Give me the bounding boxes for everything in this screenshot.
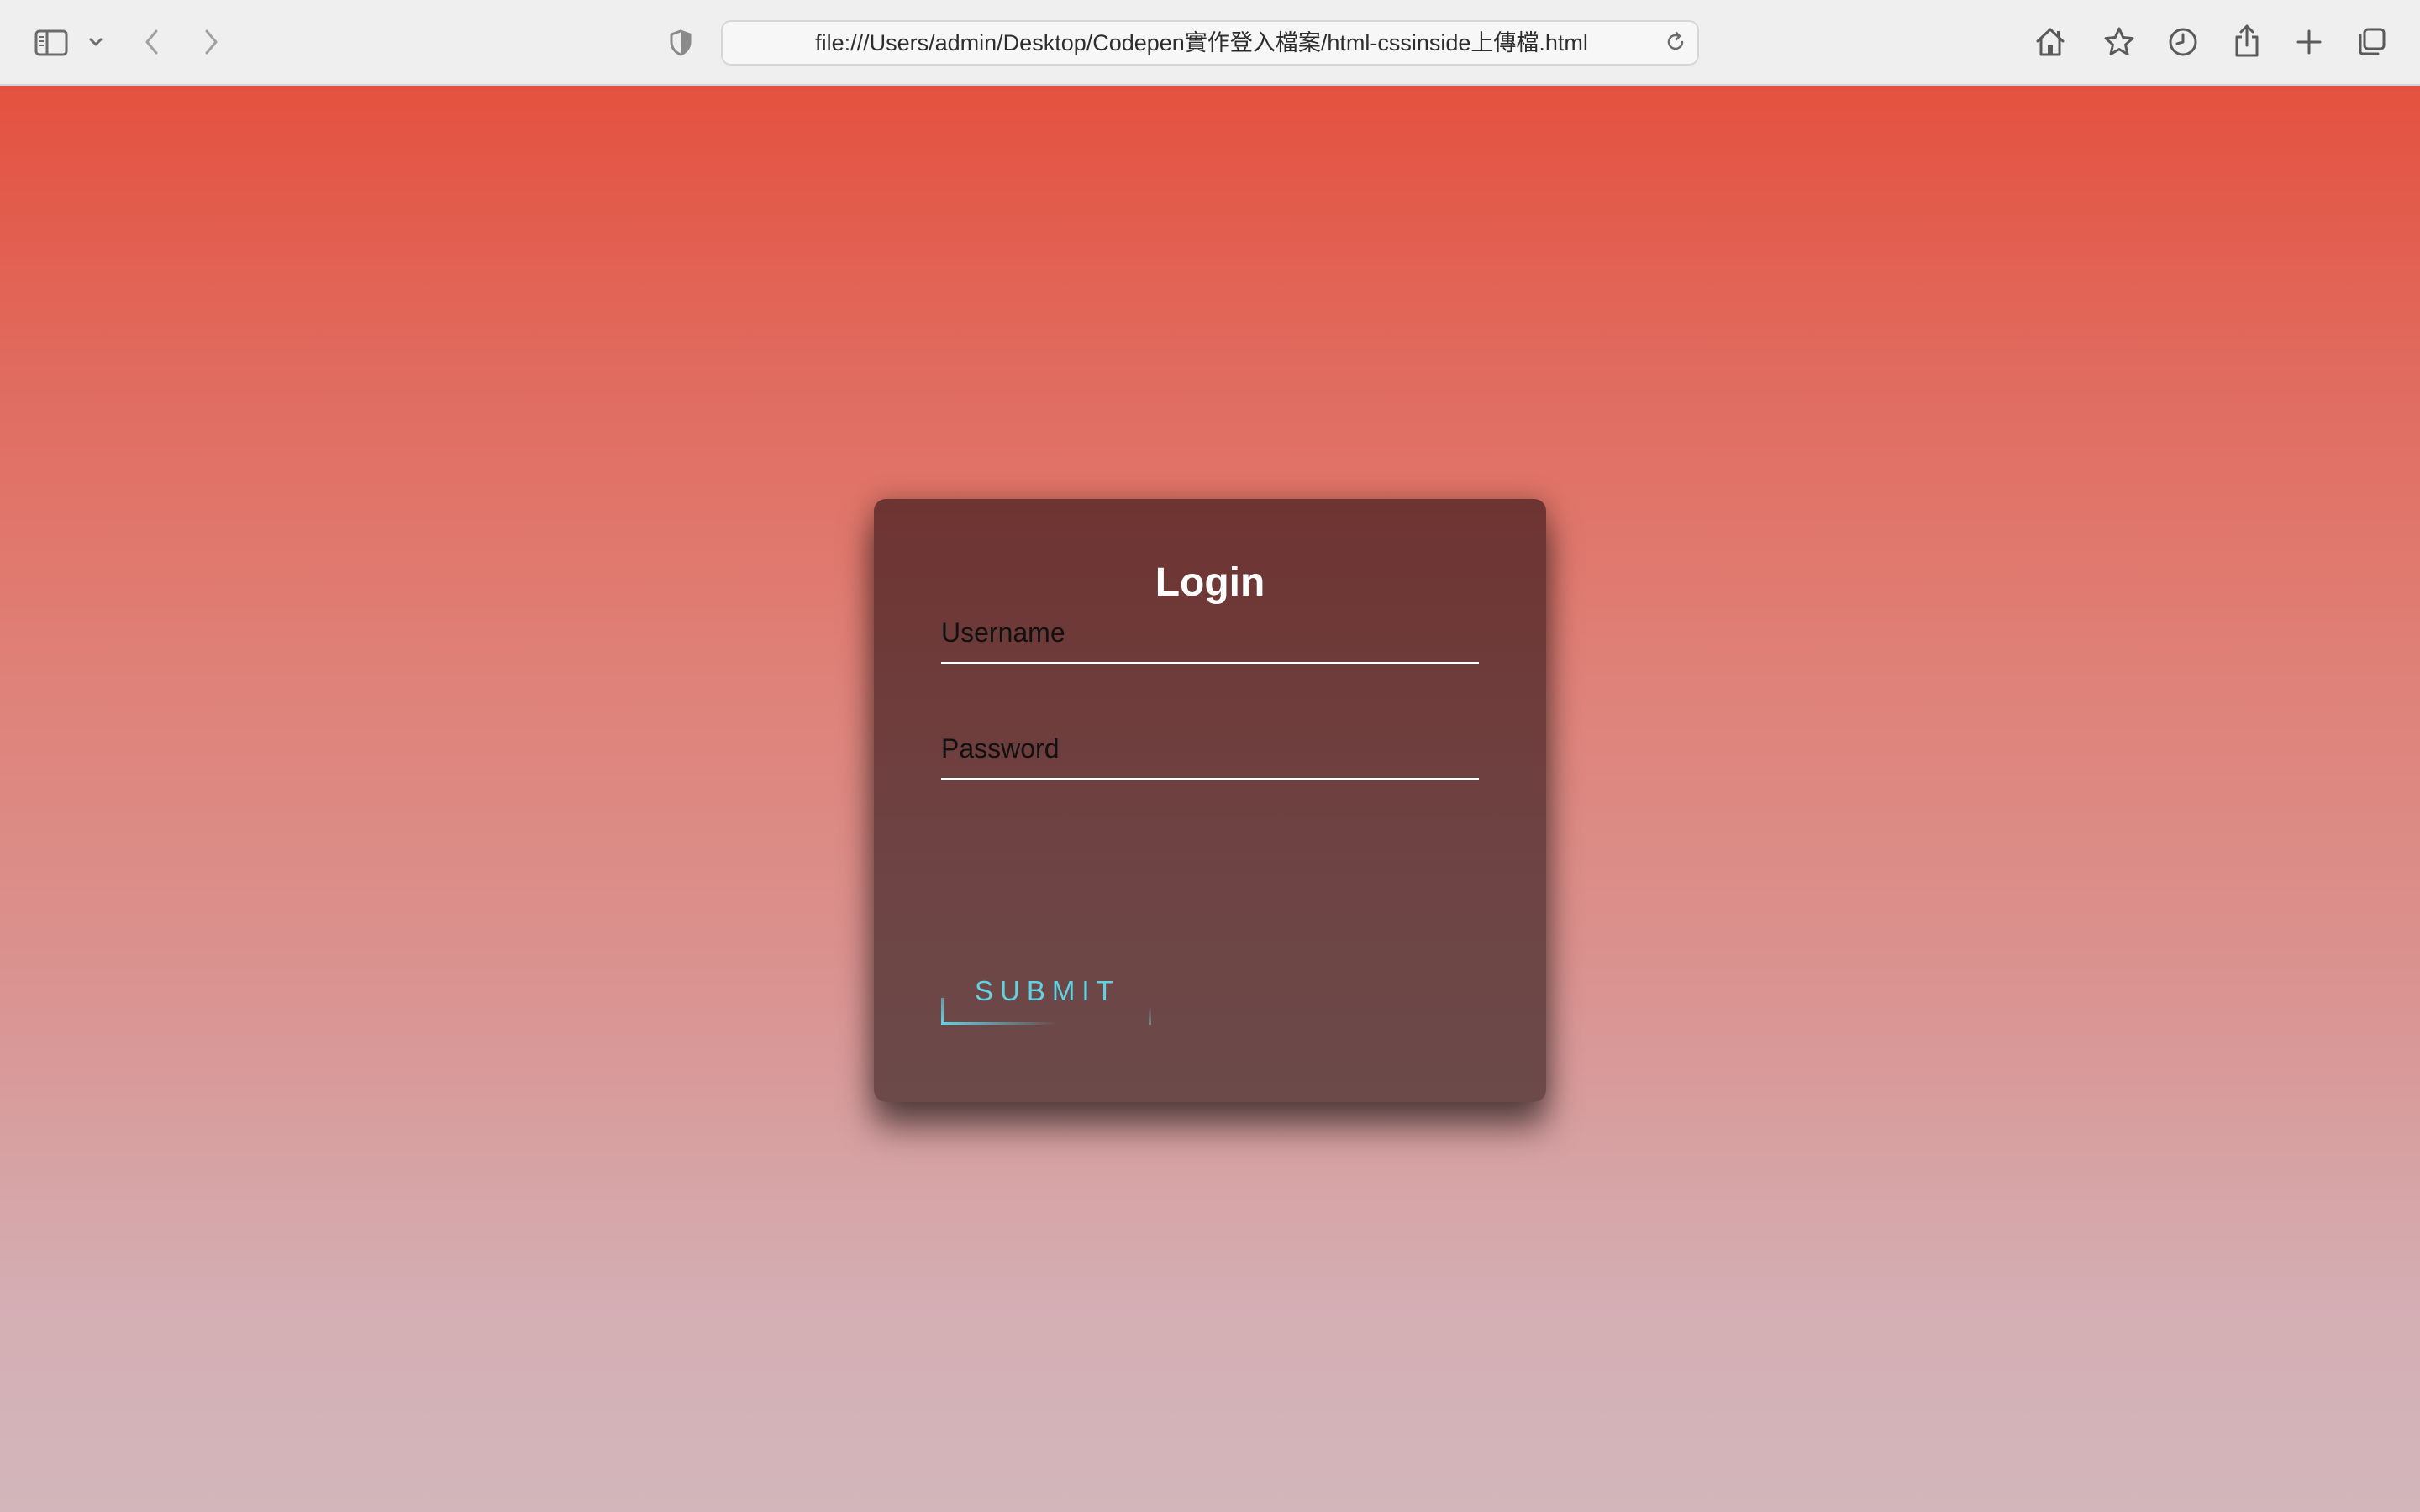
share-icon[interactable] [2228,22,2265,60]
clock-icon[interactable] [2165,24,2202,60]
shield-icon[interactable] [667,29,694,57]
submit-border-left [941,998,944,1025]
chevron-right-icon[interactable] [198,25,224,59]
password-field[interactable] [941,719,1479,780]
page-background: Login SUBMIT [0,86,2420,1512]
chevron-left-icon[interactable] [139,25,165,59]
plus-icon[interactable] [2291,24,2328,60]
reload-icon[interactable] [1664,30,1689,55]
address-bar[interactable]: file:///Users/admin/Desktop/Codepen實作登入檔… [721,20,1699,66]
url-text[interactable]: file:///Users/admin/Desktop/Codepen實作登入檔… [723,22,1647,64]
sidebar-icon[interactable] [32,29,71,57]
submit-border-bottom [941,1022,1059,1025]
submit-button-label: SUBMIT [975,975,1120,1006]
browser-toolbar: file:///Users/admin/Desktop/Codepen實作登入檔… [0,0,2420,86]
login-title: Login [1155,560,1265,605]
username-input[interactable] [941,603,1479,662]
chevron-down-icon[interactable] [86,32,106,52]
password-input[interactable] [941,719,1479,778]
username-field[interactable] [941,603,1479,664]
tabs-icon[interactable] [2353,24,2390,60]
home-icon[interactable] [2032,24,2069,60]
submit-border-right [1150,1006,1151,1025]
submit-button[interactable]: SUBMIT [941,969,1151,1025]
login-card: Login SUBMIT [874,499,1546,1102]
star-icon[interactable] [2101,24,2138,60]
browser-window: file:///Users/admin/Desktop/Codepen實作登入檔… [0,0,2420,1512]
